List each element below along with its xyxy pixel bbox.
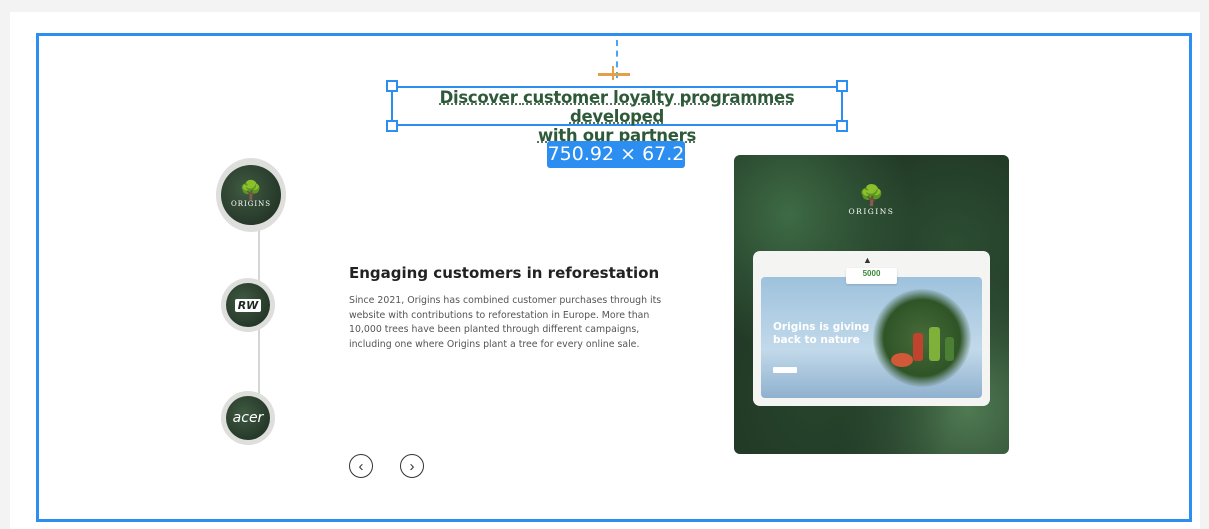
origins-logo: 🌳 ORIGINS [221, 165, 281, 225]
product-bottle [929, 327, 940, 361]
next-button[interactable]: › [400, 454, 424, 478]
spacing-marker-tick [612, 66, 614, 80]
rw-logo-text: RW [234, 298, 262, 312]
promo-brand-logo: 🌳 ORIGINS [734, 185, 1009, 216]
story-paragraph: Since 2021, Origins has combined custome… [349, 295, 662, 350]
rw-logo: RW [226, 283, 270, 327]
previous-button[interactable]: ‹ [349, 454, 373, 478]
acer-logo: acer [226, 396, 270, 440]
dimension-badge: 750.92 × 67.2 [547, 141, 685, 168]
acer-logo-text: acer [232, 410, 264, 426]
timeline-logo-rw[interactable]: RW [221, 278, 275, 332]
promo-image: 🌳 ORIGINS ▲ Origins is giving back to na… [734, 155, 1009, 454]
tree-icon: 🌳 [859, 183, 884, 207]
promo-counter: 5000 [846, 268, 897, 284]
product-jar [891, 353, 913, 367]
headline-bold: customer loyalty [522, 88, 675, 107]
chevron-left-icon: ‹ [358, 457, 364, 475]
promo-hero-banner: Origins is giving back to nature [761, 277, 982, 398]
headline-text-1: Discover [439, 88, 523, 107]
product-bottle [913, 333, 923, 361]
story-heading: Engaging customers in reforestation [349, 264, 660, 282]
tree-icon: 🌳 [239, 180, 263, 201]
product-bottle [945, 337, 954, 361]
timeline-logo-acer[interactable]: acer [221, 391, 275, 445]
tree-icon: ▲ [863, 255, 872, 265]
promo-brand-text: ORIGINS [848, 207, 895, 216]
timeline-logo-origins[interactable]: 🌳 ORIGINS [216, 158, 286, 232]
spacing-marker [598, 73, 630, 76]
promo-screenshot-card: ▲ Origins is giving back to nature 5000 [753, 251, 990, 406]
chevron-right-icon: › [409, 457, 415, 475]
section-headline[interactable]: Discover customer loyalty programmes dev… [391, 88, 843, 145]
promo-hero-title: Origins is giving back to nature [773, 321, 870, 346]
origins-logo-text: ORIGINS [230, 200, 272, 208]
promo-hero-button [773, 367, 797, 373]
